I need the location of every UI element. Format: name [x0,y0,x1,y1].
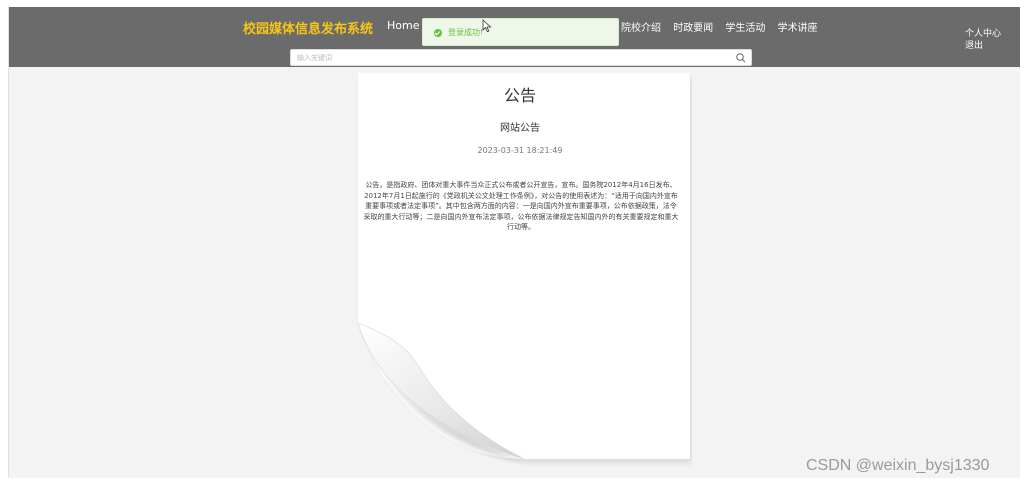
success-toast: 登录成功! [422,18,619,46]
nav-item-school-intro[interactable]: 院校介绍 [621,23,661,34]
toast-message: 登录成功! [448,28,484,37]
notice-title: 网站公告 [500,123,540,134]
watermark: CSDN @weixin_bysj1330 [806,457,990,474]
notice-paper: 公告 网站公告 2023-03-31 18:21:49 公告，是指政府、团体对重… [348,73,692,467]
browser-viewport: 校园媒体信息发布系统 Home 院校介绍 时政要闻 学生活动 学术讲座 个人中心… [8,7,1020,478]
logout-link[interactable]: 退出 [965,40,1001,52]
page-title: 公告 [503,86,536,105]
site-title[interactable]: 校园媒体信息发布系统 [243,18,373,37]
mouse-cursor-icon [482,19,492,33]
search-bar [290,49,752,66]
top-navbar: 校园媒体信息发布系统 Home 院校介绍 时政要闻 学生活动 学术讲座 个人中心… [9,7,1020,67]
search-input[interactable] [297,51,717,64]
nav-item-student-activities[interactable]: 学生活动 [725,23,765,34]
notice-body: 公告，是指政府、团体对重大事件当众正式公布或者公开宣告，宣布。国务院2012年4… [363,181,679,231]
nav-item-current-affairs[interactable]: 时政要闻 [673,23,713,34]
nav-item-academic-lectures[interactable]: 学术讲座 [778,23,818,34]
notice-date: 2023-03-31 18:21:49 [477,146,563,155]
nav-menu: 院校介绍 时政要闻 学生活动 学术讲座 [621,19,827,34]
check-circle-icon [434,29,442,37]
user-menu: 个人中心 退出 [965,28,1001,52]
profile-link[interactable]: 个人中心 [965,28,1001,40]
screenshot: 校园媒体信息发布系统 Home 院校介绍 时政要闻 学生活动 学术讲座 个人中心… [0,0,1036,487]
nav-home-link[interactable]: Home [387,19,419,32]
search-icon[interactable] [735,52,747,64]
